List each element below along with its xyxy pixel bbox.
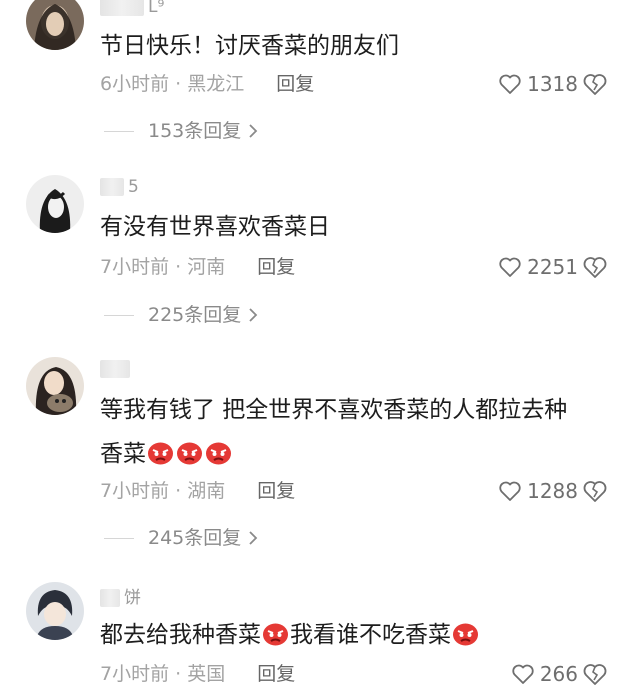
- comment-time: 7小时前: [100, 256, 170, 278]
- comment-text-line: 香菜: [100, 432, 610, 476]
- view-replies-button[interactable]: 245条回复: [104, 524, 259, 552]
- avatar[interactable]: [26, 357, 84, 415]
- reply-button[interactable]: 回复: [257, 663, 295, 685]
- comment-meta: 7小时前 · 河南 回复: [100, 256, 296, 278]
- heart-outline-icon: [499, 74, 521, 94]
- reply-button[interactable]: 回复: [257, 480, 295, 502]
- heart-outline-icon: [499, 257, 521, 277]
- broken-heart-icon[interactable]: [582, 661, 608, 687]
- angry-emoji-icon: [177, 442, 202, 465]
- username[interactable]: 饼: [100, 587, 141, 609]
- like-count: 1318: [527, 72, 578, 96]
- avatar[interactable]: [26, 582, 84, 640]
- broken-heart-icon[interactable]: [582, 478, 608, 504]
- comment-meta: 7小时前 · 湖南 回复: [100, 480, 296, 502]
- comment-text: 有没有世界喜欢香菜日: [100, 214, 330, 240]
- comment-time: 7小时前: [100, 663, 170, 685]
- comment-meta: 7小时前 · 英国 回复: [100, 663, 296, 685]
- comment-text: 都去给我种香菜 我看谁不吃香菜: [100, 613, 610, 657]
- divider-line: [104, 314, 134, 316]
- reply-button[interactable]: 回复: [257, 256, 295, 278]
- chevron-right-icon: [249, 308, 258, 322]
- comment-time: 6小时前: [100, 73, 170, 95]
- username[interactable]: L⁹: [100, 0, 164, 18]
- comment-meta: 6小时前 · 黑龙江 回复: [100, 73, 315, 95]
- comment-text-line: 等我有钱了 把全世界不喜欢香菜的人都拉去种: [100, 397, 568, 423]
- chevron-right-icon: [249, 531, 258, 545]
- like-button[interactable]: 2251: [498, 253, 578, 281]
- heart-outline-icon: [512, 664, 534, 684]
- comment-time: 7小时前: [100, 480, 170, 502]
- like-count: 266: [539, 662, 578, 686]
- like-button[interactable]: 1318: [498, 70, 578, 98]
- like-button[interactable]: 266: [511, 660, 578, 688]
- view-replies-button[interactable]: 153条回复: [104, 117, 259, 145]
- comment-location: 河南: [187, 256, 226, 278]
- username[interactable]: 5: [100, 176, 139, 198]
- replies-count: 153条回复: [148, 120, 242, 142]
- broken-heart-icon[interactable]: [582, 254, 608, 280]
- like-count: 2251: [527, 255, 578, 279]
- broken-heart-icon[interactable]: [582, 71, 608, 97]
- comment-location: 英国: [187, 663, 226, 685]
- avatar[interactable]: [26, 0, 84, 50]
- avatar[interactable]: [26, 175, 84, 233]
- view-replies-button[interactable]: 225条回复: [104, 301, 259, 329]
- angry-emoji-icon: [453, 623, 478, 646]
- replies-count: 225条回复: [148, 304, 242, 326]
- angry-emoji-icon: [263, 623, 288, 646]
- chevron-right-icon: [249, 124, 258, 138]
- reply-button[interactable]: 回复: [276, 73, 314, 95]
- like-button[interactable]: 1288: [498, 477, 578, 505]
- comment-location: 黑龙江: [187, 73, 245, 95]
- divider-line: [104, 537, 134, 539]
- comment-text: 等我有钱了 把全世界不喜欢香菜的人都拉去种 香菜: [100, 388, 610, 476]
- angry-emoji-icon: [148, 442, 173, 465]
- comment-text: 节日快乐！讨厌香菜的朋友们: [100, 33, 399, 59]
- heart-outline-icon: [499, 481, 521, 501]
- divider-line: [104, 130, 134, 132]
- angry-emoji-icon: [206, 442, 231, 465]
- replies-count: 245条回复: [148, 527, 242, 549]
- comment-location: 湖南: [187, 480, 226, 502]
- username[interactable]: [100, 358, 134, 380]
- like-count: 1288: [527, 479, 578, 503]
